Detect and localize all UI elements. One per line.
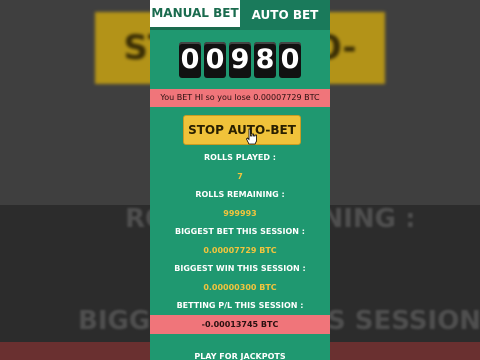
tab-manual-bet[interactable]: MANUAL BET [150, 0, 240, 30]
jackpots-heading: PLAY FOR JACKPOTS [194, 352, 286, 360]
hand-cursor-icon [246, 128, 257, 145]
biggest-win-label: BIGGEST WIN THIS SESSION : [174, 264, 306, 273]
biggest-win-value: 0.00000300 BTC [203, 283, 277, 292]
betting-pl-value: -0.00013745 BTC [150, 315, 330, 334]
bet-tabs: MANUAL BET AUTO BET [150, 0, 330, 30]
tab-auto-bet[interactable]: AUTO BET [240, 0, 330, 30]
bet-panel: MANUAL BET AUTO BET 0 0 9 8 0 You BET HI… [150, 0, 330, 360]
biggest-bet-value: 0.00007729 BTC [203, 246, 277, 255]
roll-counter: 0 0 9 8 0 [150, 30, 330, 90]
betting-pl-label: BETTING P/L THIS SESSION : [176, 301, 304, 310]
counter-digit: 0 [204, 42, 226, 78]
rolls-remaining-value: 999993 [223, 209, 257, 218]
stop-auto-bet-button[interactable]: STOP AUTO-BET [183, 115, 301, 145]
counter-digit: 9 [229, 42, 251, 78]
counter-digit: 8 [254, 42, 276, 78]
biggest-bet-label: BIGGEST BET THIS SESSION : [174, 227, 305, 236]
session-stats: ROLLS PLAYED : 7 ROLLS REMAINING : 99999… [150, 149, 330, 334]
bet-result-message: You BET HI so you lose 0.00007729 BTC [150, 89, 330, 107]
counter-digit: 0 [179, 42, 201, 78]
rolls-remaining-label: ROLLS REMAINING : [195, 190, 285, 199]
rolls-played-value: 7 [237, 172, 243, 181]
counter-digit: 0 [279, 42, 301, 78]
rolls-played-label: ROLLS PLAYED : [204, 153, 276, 162]
